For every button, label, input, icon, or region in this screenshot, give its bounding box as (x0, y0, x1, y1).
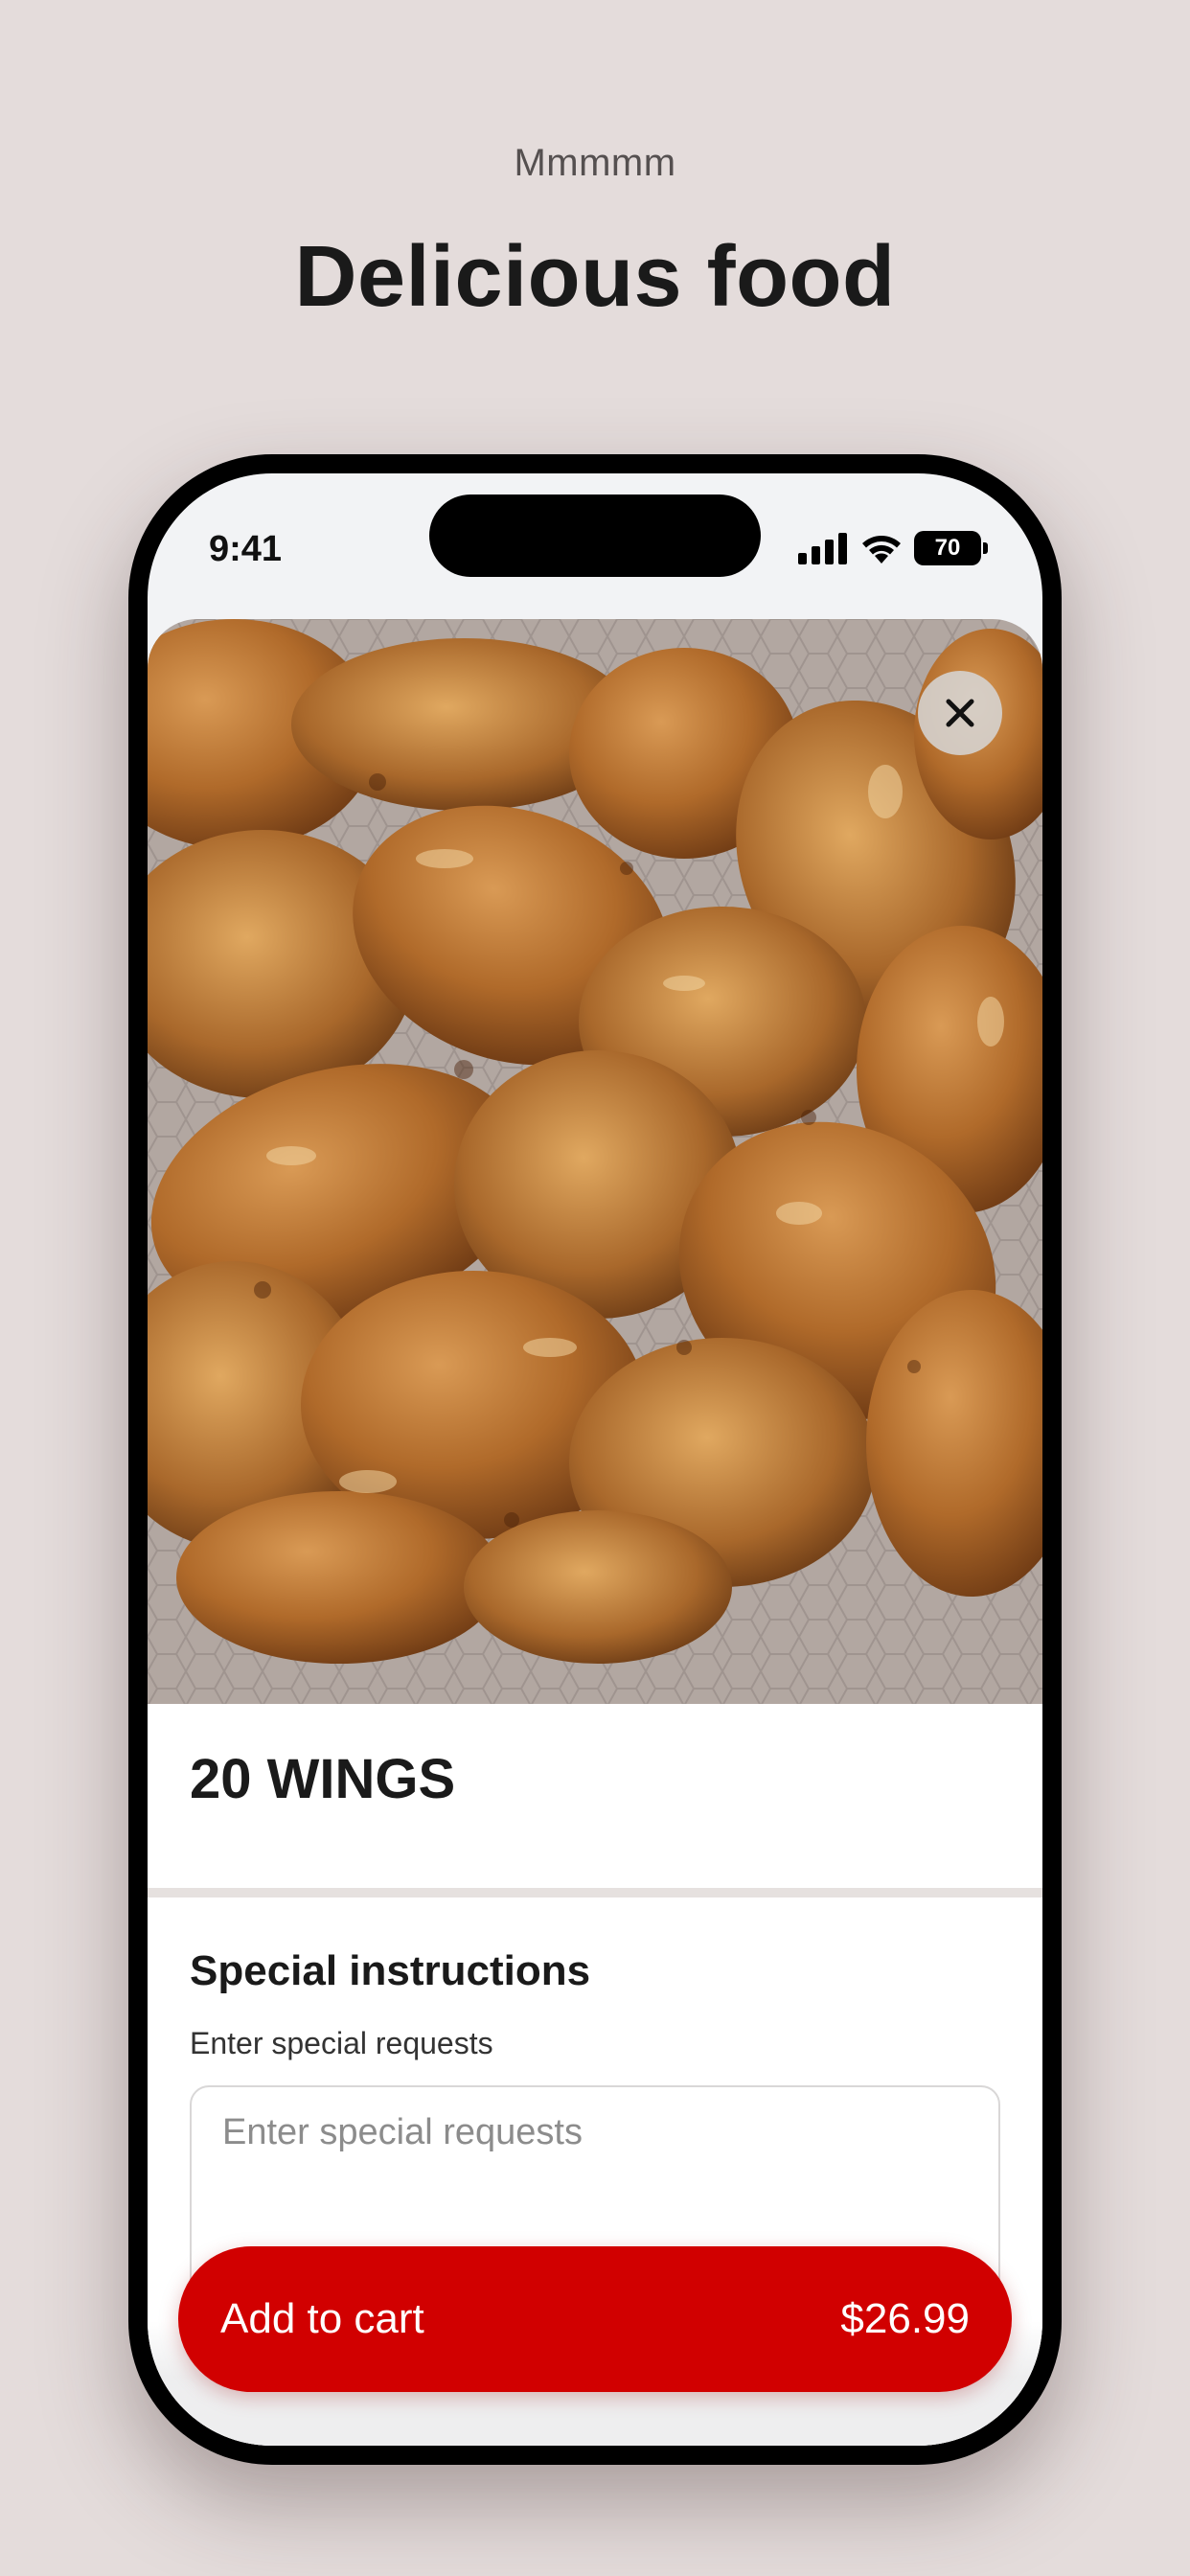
battery-tip (983, 542, 988, 554)
wifi-icon (862, 536, 901, 564)
battery-level: 70 (934, 535, 961, 561)
phone-screen: 9:41 70 20 WINGS Special instructions En… (148, 473, 1042, 2446)
status-bar: 9:41 70 (148, 473, 1042, 617)
item-sheet: 20 WINGS Special instructions Enter spec… (148, 619, 1042, 2446)
fried-chicken-wings-photo (148, 619, 1042, 1704)
cellular-signal-icon (798, 533, 847, 564)
add-to-cart-button[interactable]: Add to cart $26.99 (178, 2246, 1012, 2392)
close-button[interactable] (918, 671, 1002, 755)
item-title: 20 WINGS (190, 1748, 456, 1810)
promo-title: Delicious food (294, 229, 896, 325)
status-time: 9:41 (209, 529, 283, 569)
phone-frame: 9:41 70 20 WINGS Special instructions En… (128, 454, 1062, 2465)
special-instructions-label: Enter special requests (190, 2026, 493, 2060)
section-divider (148, 1888, 1042, 1898)
special-instructions-heading: Special instructions (190, 1947, 591, 1994)
dynamic-island (429, 494, 761, 577)
add-to-cart-price: $26.99 (840, 2295, 970, 2342)
battery-icon: 70 (914, 531, 988, 565)
status-icons: 70 (797, 529, 988, 567)
add-to-cart-label: Add to cart (220, 2295, 424, 2342)
close-icon (946, 699, 974, 727)
promo-subtitle: Mmmmm (514, 142, 676, 184)
